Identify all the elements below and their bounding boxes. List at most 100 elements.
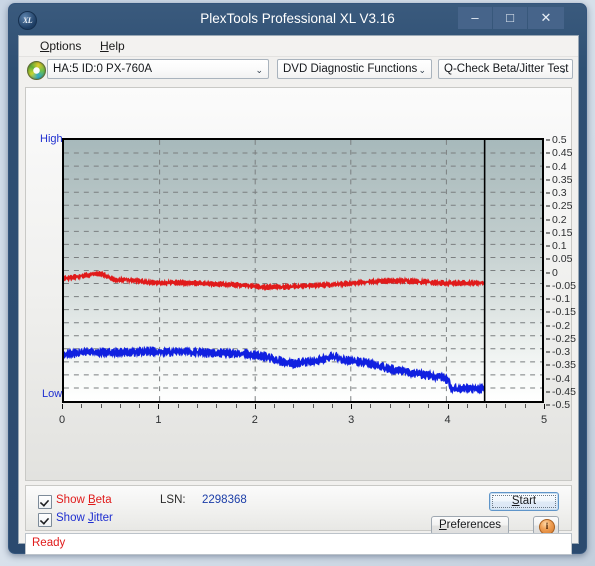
x-tick-minor: [139, 404, 141, 408]
y-tick-mark: [546, 179, 550, 181]
x-tick-mark: [62, 404, 63, 409]
x-tick-label: 2: [251, 414, 258, 426]
menu-item-options[interactable]: Options: [35, 38, 86, 54]
x-tick-mark: [158, 404, 160, 409]
menu-item-help[interactable]: Help: [95, 38, 130, 54]
y-tick-label: 0.35: [552, 173, 573, 186]
x-tick-minor: [505, 404, 507, 408]
application-window: XL PlexTools Professional XL V3.16 – □ ✕…: [8, 3, 587, 555]
x-tick-minor: [216, 404, 218, 408]
desktop-background: XL PlexTools Professional XL V3.16 – □ ✕…: [0, 0, 595, 566]
lsn-value: 2298368: [202, 494, 247, 506]
lsn-label: LSN:: [160, 494, 186, 506]
y-tick-label: 0.15: [552, 226, 573, 239]
y-tick-label: 0.5: [552, 134, 567, 146]
y-tick-mark: [546, 338, 550, 340]
y-tick-label: -0.15: [552, 306, 576, 319]
controls-panel: Show Beta Show Jitter LSN: 2298368 Start…: [25, 485, 572, 535]
close-button[interactable]: ✕: [528, 7, 564, 29]
menu-help-label: elp: [108, 39, 125, 53]
minimize-button[interactable]: –: [458, 7, 492, 29]
start-button[interactable]: Start: [489, 492, 559, 511]
y-tick-mark: [546, 152, 550, 154]
x-tick-minor: [486, 404, 488, 408]
show-jitter-label: Show Jitter: [56, 512, 113, 524]
y-tick-label: 0: [552, 266, 558, 279]
menu-options-label: ptions: [49, 39, 82, 53]
x-tick-minor: [409, 404, 411, 408]
y-tick-mark: [546, 391, 550, 393]
chevron-down-icon: ⌄: [559, 65, 567, 75]
x-tick-mark: [544, 404, 545, 409]
y-tick-label: 0.05: [552, 253, 573, 266]
y-tick-mark: [546, 219, 550, 220]
status-text: Ready: [32, 537, 66, 549]
y-tick-label: -0.25: [552, 332, 576, 345]
drive-select-value: HA:5 ID:0 PX-760A: [53, 63, 153, 75]
y-tick-label: 0.4: [552, 160, 567, 173]
x-tick-label: 5: [540, 414, 548, 426]
x-tick-minor: [331, 404, 333, 408]
toolbar: HA:5 ID:0 PX-760A ⌄ DVD Diagnostic Funct…: [19, 57, 578, 83]
drive-select[interactable]: HA:5 ID:0 PX-760A ⌄: [47, 59, 269, 79]
checkmark-icon: [38, 513, 52, 527]
graph-panel: High Low 0.5 0.45 0.4 0.35 0.3 0.25 0.2 0.15 0.1…: [25, 87, 576, 481]
prefs-label: references: [446, 519, 501, 531]
status-bar: Ready: [25, 533, 572, 555]
x-tick-minor: [370, 404, 372, 408]
x-tick-minor: [389, 404, 391, 408]
maximize-button[interactable]: □: [493, 7, 527, 29]
x-tick-mark: [447, 404, 449, 409]
y-tick-label: -0.1: [552, 293, 571, 305]
y-tick-mark: [546, 245, 550, 247]
plot-svg: [64, 140, 542, 401]
menu-bar: Options Help: [19, 36, 578, 57]
menu-options-accel: O: [40, 39, 50, 53]
y-tick-label: -0.5: [552, 399, 571, 411]
x-tick-minor: [119, 404, 121, 408]
x-tick-minor: [274, 404, 276, 408]
axis-high-label: High: [40, 133, 63, 145]
y-tick-mark: [546, 325, 550, 326]
x-tick-label: 0: [58, 414, 66, 426]
y-tick-label: -0.4: [552, 372, 571, 385]
y-tick-mark: [546, 232, 550, 234]
test-select[interactable]: Q-Check Beta/Jitter Test ⌄: [438, 59, 573, 79]
y-tick-label: -0.45: [552, 385, 576, 398]
x-tick-minor: [466, 404, 468, 408]
x-tick-mark: [351, 404, 353, 409]
y-tick-mark: [546, 378, 550, 379]
y-tick-label: -0.05: [552, 279, 576, 292]
x-tick-label: 3: [348, 414, 355, 426]
x-tick-minor: [524, 404, 526, 408]
x-tick-mark: [254, 404, 256, 409]
y-tick-mark: [546, 272, 550, 273]
x-axis-ticks: 0 1 2 3 4 5: [58, 404, 548, 430]
y-tick-mark: [546, 404, 550, 406]
y-tick-mark: [546, 351, 550, 353]
y-tick-mark: [546, 311, 550, 313]
y-axis-ticks: 0.5 0.45 0.4 0.35 0.3 0.25 0.2 0.15 0.1 0.05 0 -0.0…: [546, 132, 586, 412]
x-tick-label: 1: [155, 414, 162, 426]
y-tick-label: 0.3: [552, 187, 567, 199]
y-tick-label: -0.3: [552, 346, 571, 358]
y-tick-label: 0.25: [552, 200, 573, 213]
function-select[interactable]: DVD Diagnostic Functions ⌄: [277, 59, 432, 79]
axis-low-label: Low: [42, 388, 63, 400]
focus-outline: [492, 495, 556, 508]
x-tick-label: 4: [444, 414, 451, 426]
x-tick-minor: [235, 404, 237, 408]
y-tick-mark: [546, 205, 550, 207]
x-tick-minor: [81, 404, 83, 408]
client-area: Options Help HA:5 ID:0 PX-760A ⌄ DVD Dia…: [18, 35, 579, 555]
disc-icon: [27, 61, 46, 80]
function-select-value: DVD Diagnostic Functions: [283, 63, 418, 75]
x-tick-minor: [177, 404, 179, 408]
y-tick-label: 0.45: [552, 147, 573, 160]
y-tick-mark: [546, 166, 550, 167]
x-tick-minor: [293, 404, 295, 408]
prefs-accel: P: [438, 519, 447, 531]
y-tick-mark: [546, 192, 550, 194]
beta-jitter-plot: [62, 138, 544, 403]
y-tick-mark: [546, 298, 550, 300]
